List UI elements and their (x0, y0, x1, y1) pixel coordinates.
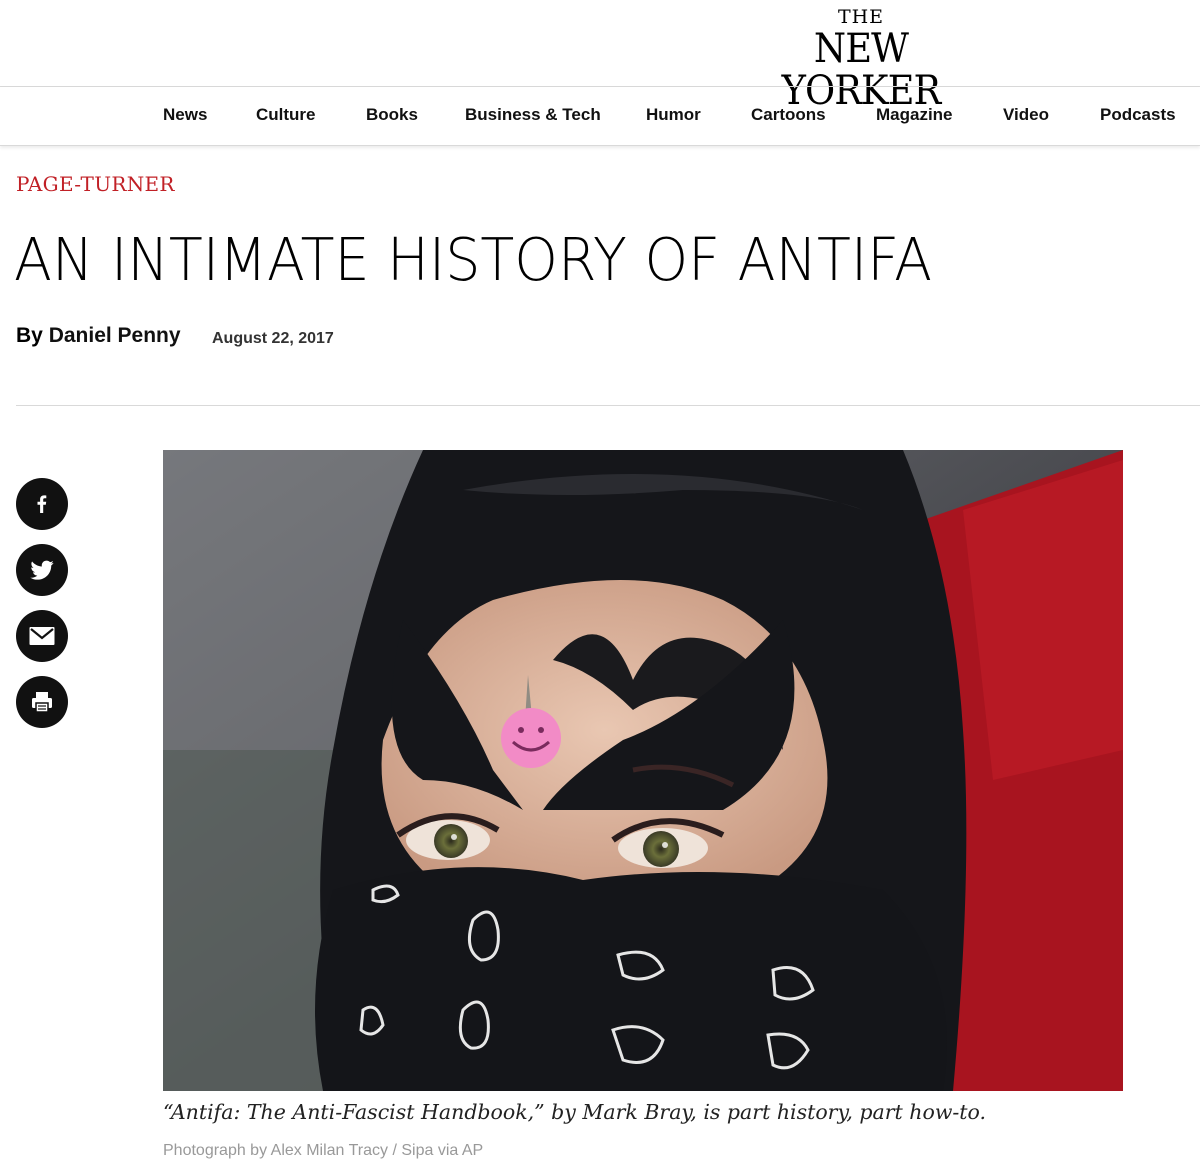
publish-date: August 22, 2017 (212, 330, 334, 347)
masthead: THE NEW YORKER (0, 0, 1200, 112)
main-navigation: News Culture Books Business & Tech Humor… (0, 87, 1200, 146)
nav-item-business-tech[interactable]: Business & Tech (465, 87, 601, 145)
logo-the: THE (837, 6, 885, 28)
facebook-icon (37, 495, 47, 513)
nav-item-podcasts[interactable]: Podcasts (1100, 87, 1176, 145)
nav-item-news[interactable]: News (163, 87, 207, 145)
author-link[interactable]: Daniel Penny (49, 324, 181, 347)
article-headline: AN INTIMATE HISTORY OF ANTIFA (14, 225, 933, 294)
byline-prefix: By (16, 324, 49, 347)
header-divider (16, 405, 1200, 406)
email-share-button[interactable] (16, 610, 68, 662)
masked-protester-image (163, 450, 1123, 1091)
rubric-label[interactable]: PAGE-TURNER (16, 172, 175, 196)
twitter-share-button[interactable] (16, 544, 68, 596)
nav-item-books[interactable]: Books (366, 87, 418, 145)
print-button[interactable] (16, 676, 68, 728)
byline: By Daniel Penny (16, 324, 181, 348)
photo-credit: Photograph by Alex Milan Tracy / Sipa vi… (163, 1142, 484, 1159)
hero-photograph (163, 450, 1123, 1091)
nav-item-video[interactable]: Video (1003, 87, 1049, 145)
nav-item-humor[interactable]: Humor (646, 87, 701, 145)
new-yorker-logo[interactable]: THE NEW YORKER (736, 6, 986, 112)
nav-item-magazine[interactable]: Magazine (876, 87, 953, 145)
twitter-icon (30, 560, 54, 580)
facebook-share-button[interactable] (16, 478, 68, 530)
nav-item-culture[interactable]: Culture (256, 87, 316, 145)
print-icon (32, 692, 52, 713)
photo-caption: “Antifa: The Anti-Fascist Handbook,” by … (163, 1100, 987, 1124)
nav-item-cartoons[interactable]: Cartoons (751, 87, 826, 145)
email-icon (29, 627, 55, 645)
